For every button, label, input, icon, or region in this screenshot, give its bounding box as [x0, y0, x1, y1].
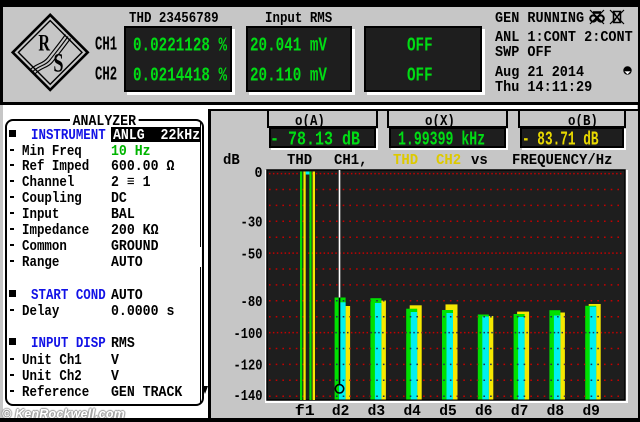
svg-text:-100: -100 [234, 326, 263, 343]
svg-text:d2: d2 [332, 403, 350, 418]
svg-text:d9: d9 [582, 403, 600, 418]
svg-text:S: S [53, 48, 63, 77]
svg-text:f1: f1 [295, 403, 315, 418]
svg-text:-50: -50 [241, 246, 263, 263]
svg-text:d3: d3 [368, 403, 386, 418]
svg-text:d4: d4 [403, 403, 421, 418]
svg-text:0: 0 [255, 165, 263, 182]
svg-text:-30: -30 [241, 215, 263, 232]
svg-text:R: R [38, 31, 50, 56]
svg-text:d8: d8 [547, 403, 565, 418]
svg-text:d6: d6 [475, 403, 493, 418]
svg-text:-120: -120 [234, 358, 263, 375]
svg-text:d7: d7 [511, 403, 528, 418]
svg-text:-140: -140 [234, 388, 263, 405]
svg-text:-80: -80 [241, 294, 263, 311]
svg-text:d5: d5 [439, 403, 457, 418]
